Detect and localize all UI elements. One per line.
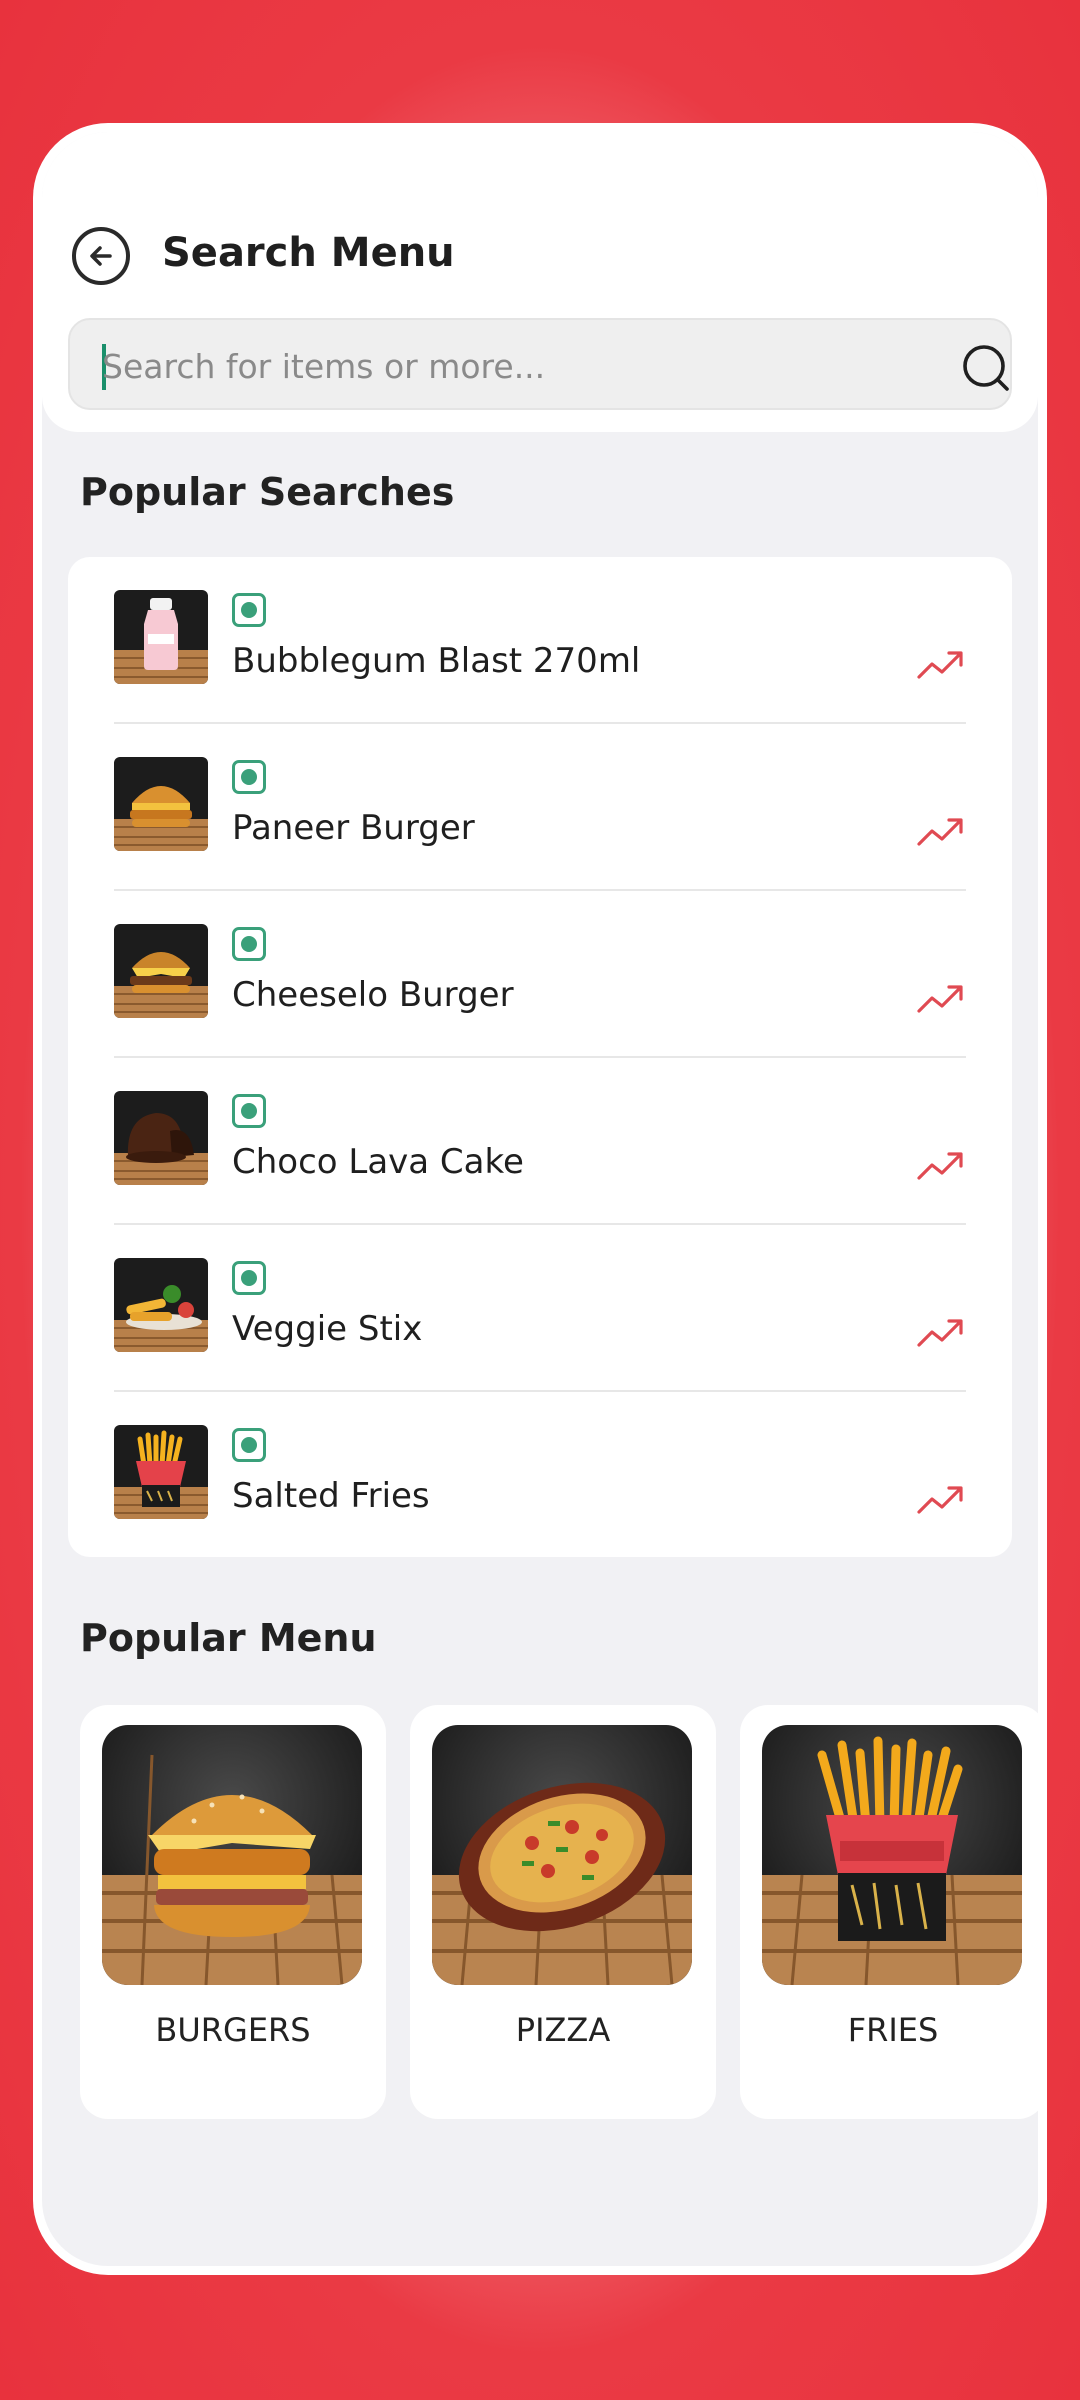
- list-item[interactable]: Paneer Burger: [114, 724, 966, 891]
- menu-category-label: BURGERS: [155, 2011, 311, 2049]
- search-input[interactable]: [100, 334, 924, 398]
- burger-image: [114, 924, 208, 1018]
- back-button[interactable]: [72, 227, 130, 285]
- search-icon[interactable]: [960, 342, 1012, 394]
- list-item[interactable]: Choco Lava Cake: [114, 1058, 966, 1225]
- burger-image: [114, 757, 208, 851]
- trending-up-icon: [917, 651, 963, 679]
- fries-image: [114, 1425, 208, 1519]
- list-item[interactable]: Salted Fries: [114, 1392, 966, 1559]
- list-item-label: Salted Fries: [232, 1476, 430, 1516]
- menu-category-card[interactable]: FRIES: [740, 1705, 1038, 2119]
- veg-icon: [232, 1261, 266, 1295]
- search-bar[interactable]: [68, 318, 1012, 410]
- fries-image: [762, 1725, 1022, 1985]
- trending-up-icon: [917, 1319, 963, 1347]
- list-item[interactable]: Cheeselo Burger: [114, 891, 966, 1058]
- search-header: Search Menu: [42, 132, 1038, 432]
- veg-icon: [232, 1094, 266, 1128]
- lava-cake-image: [114, 1091, 208, 1185]
- popular-searches-title: Popular Searches: [80, 470, 455, 514]
- trending-up-icon: [917, 1486, 963, 1514]
- menu-category-card[interactable]: BURGERS: [80, 1705, 386, 2119]
- list-item-label: Veggie Stix: [232, 1309, 423, 1349]
- arrow-left-icon: [90, 246, 112, 266]
- phone-screen: Search Menu Popular Searches: [42, 132, 1038, 2266]
- popular-searches-list: Bubblegum Blast 270ml Paneer Burger Chee…: [68, 557, 1012, 1557]
- popular-menu-carousel[interactable]: BURGERS PIZZA FRIES: [68, 1705, 1038, 2125]
- menu-category-label: PIZZA: [515, 2011, 611, 2049]
- menu-category-card[interactable]: PIZZA: [410, 1705, 716, 2119]
- milk-bottle-image: [114, 590, 208, 684]
- popular-menu-title: Popular Menu: [80, 1616, 377, 1660]
- list-item-label: Paneer Burger: [232, 808, 475, 848]
- list-item[interactable]: Bubblegum Blast 270ml: [114, 557, 966, 724]
- veg-icon: [232, 760, 266, 794]
- list-item-label: Bubblegum Blast 270ml: [232, 641, 641, 681]
- veg-icon: [232, 1428, 266, 1462]
- trending-up-icon: [917, 1152, 963, 1180]
- pizza-image: [432, 1725, 692, 1985]
- veg-icon: [232, 593, 266, 627]
- trending-up-icon: [917, 818, 963, 846]
- veggie-stix-image: [114, 1258, 208, 1352]
- burger-image: [102, 1725, 362, 1985]
- menu-category-label: FRIES: [847, 2011, 939, 2049]
- list-item[interactable]: Veggie Stix: [114, 1225, 966, 1392]
- list-item-label: Cheeselo Burger: [232, 975, 514, 1015]
- veg-icon: [232, 927, 266, 961]
- trending-up-icon: [917, 985, 963, 1013]
- page-title: Search Menu: [162, 230, 455, 276]
- list-item-label: Choco Lava Cake: [232, 1142, 524, 1182]
